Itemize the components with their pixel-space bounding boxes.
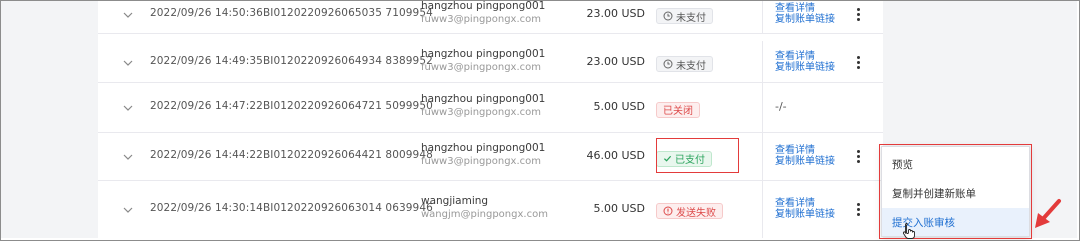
- column-divider: [762, 132, 763, 180]
- bill-date: 2022/09/26 14:47:22: [150, 100, 263, 112]
- status-cell: 未支付: [656, 54, 762, 73]
- status-badge: 已关闭: [656, 101, 700, 118]
- row-actions: 查看详情 复制账单链接: [775, 198, 835, 220]
- bill-date: 2022/09/26 14:49:35: [150, 55, 263, 67]
- status-label: 发送失败: [676, 207, 716, 219]
- alert-icon: [663, 206, 673, 216]
- customer-email: fuww3@pingpongx.com: [421, 156, 541, 167]
- bill-date: 2022/09/26 14:44:22: [150, 149, 263, 161]
- copy-bill-link[interactable]: 复制账单链接: [775, 14, 835, 25]
- expand-chevron-icon[interactable]: [122, 59, 134, 67]
- status-badge: 未支付: [656, 8, 713, 24]
- status-cell: 已关闭: [656, 99, 762, 118]
- customer-email: fuww3@pingpongx.com: [421, 14, 541, 25]
- table-row: 2022/09/26 14:47:22 BI0120220926064721 50…: [98, 82, 883, 133]
- row-actions: 查看详情 复制账单链接: [775, 51, 835, 73]
- clock-icon: [663, 59, 673, 69]
- no-actions: -/-: [775, 100, 787, 113]
- customer-cell: wangjiaming wangjm@pingpongx.com: [421, 195, 548, 220]
- bill-amount: 5.00 USD: [593, 202, 646, 215]
- table-row: 2022/09/26 14:30:14 BI0120220926063014 06…: [98, 180, 883, 238]
- status-badge: 未支付: [656, 56, 713, 72]
- view-details-link[interactable]: 查看详情: [775, 51, 835, 62]
- bills-table: 2022/09/26 14:50:36 BI0120220926065035 71…: [98, 1, 883, 238]
- customer-name: hangzhou pingpong001: [421, 1, 546, 12]
- menu-item-copy-create[interactable]: 复制并创建新账单: [882, 179, 1029, 207]
- more-actions-icon[interactable]: [854, 56, 862, 69]
- menu-item-preview[interactable]: 预览: [882, 150, 1029, 178]
- annotation-arrow-icon: [1035, 199, 1061, 228]
- status-cell: 已支付: [656, 148, 762, 167]
- bill-amount: 46.00 USD: [586, 149, 646, 162]
- customer-email: fuww3@pingpongx.com: [421, 62, 541, 73]
- view-details-link[interactable]: 查看详情: [775, 145, 835, 156]
- customer-cell: hangzhou pingpong001 fuww3@pingpongx.com: [421, 1, 545, 25]
- status-label: 已关闭: [663, 106, 693, 117]
- bill-number: BI0120220926063014 0639946: [263, 202, 433, 214]
- column-divider: [762, 1, 763, 33]
- expand-chevron-icon[interactable]: [122, 206, 134, 214]
- more-actions-icon[interactable]: [854, 8, 862, 21]
- status-label: 未支付: [676, 12, 706, 24]
- copy-bill-link[interactable]: 复制账单链接: [775, 62, 835, 73]
- customer-cell: hangzhou pingpong001 fuww3@pingpongx.com: [421, 93, 545, 118]
- expand-chevron-icon[interactable]: [122, 11, 134, 19]
- status-badge: 发送失败: [656, 203, 723, 219]
- more-actions-icon[interactable]: [854, 203, 862, 216]
- bill-date: 2022/09/26 14:50:36: [150, 7, 263, 19]
- bill-number: BI0120220926064721 5099950: [263, 100, 433, 112]
- customer-name: wangjiaming: [421, 195, 489, 207]
- row-actions: 查看详情 复制账单链接: [775, 145, 835, 167]
- status-cell: 未支付: [656, 6, 762, 25]
- expand-chevron-icon[interactable]: [122, 153, 134, 161]
- bill-amount: 23.00 USD: [586, 7, 646, 20]
- bill-number: BI0120220926064934 8389952: [263, 55, 433, 67]
- status-label: 已支付: [675, 155, 705, 166]
- more-actions-icon[interactable]: [854, 150, 862, 163]
- customer-email: wangjm@pingpongx.com: [421, 209, 548, 220]
- copy-bill-link[interactable]: 复制账单链接: [775, 209, 835, 220]
- clock-icon: [663, 11, 673, 21]
- customer-email: fuww3@pingpongx.com: [421, 107, 541, 118]
- view-details-link[interactable]: 查看详情: [775, 198, 835, 209]
- customer-cell: hangzhou pingpong001 fuww3@pingpongx.com: [421, 48, 545, 73]
- mouse-pointer-icon: [903, 223, 915, 239]
- table-row: 2022/09/26 14:50:36 BI0120220926065035 71…: [98, 1, 883, 34]
- bill-amount: 5.00 USD: [593, 100, 646, 113]
- column-divider: [762, 180, 763, 238]
- customer-cell: hangzhou pingpong001 fuww3@pingpongx.com: [421, 142, 545, 167]
- customer-name: hangzhou pingpong001: [421, 48, 546, 60]
- customer-name: hangzhou pingpong001: [421, 93, 546, 105]
- table-row: 2022/09/26 14:44:22 BI0120220926064421 80…: [98, 132, 883, 181]
- bill-number: BI0120220926064421 8009948: [263, 149, 433, 161]
- view-details-link[interactable]: 查看详情: [775, 3, 835, 14]
- copy-bill-link[interactable]: 复制账单链接: [775, 156, 835, 167]
- row-actions: 查看详情 复制账单链接: [775, 3, 835, 25]
- status-label: 未支付: [676, 60, 706, 72]
- status-cell: 发送失败: [656, 201, 762, 220]
- table-row: 2022/09/26 14:49:35 BI0120220926064934 83…: [98, 41, 883, 83]
- bill-date: 2022/09/26 14:30:14: [150, 202, 263, 214]
- customer-name: hangzhou pingpong001: [421, 142, 546, 154]
- column-divider: [762, 41, 763, 82]
- check-icon: [663, 154, 672, 163]
- status-badge: 已支付: [656, 150, 712, 167]
- column-divider: [762, 82, 763, 132]
- bill-amount: 23.00 USD: [586, 55, 646, 68]
- bill-number: BI0120220926065035 7109954: [263, 7, 433, 19]
- expand-chevron-icon[interactable]: [122, 104, 134, 112]
- page-background-left: [1, 1, 98, 238]
